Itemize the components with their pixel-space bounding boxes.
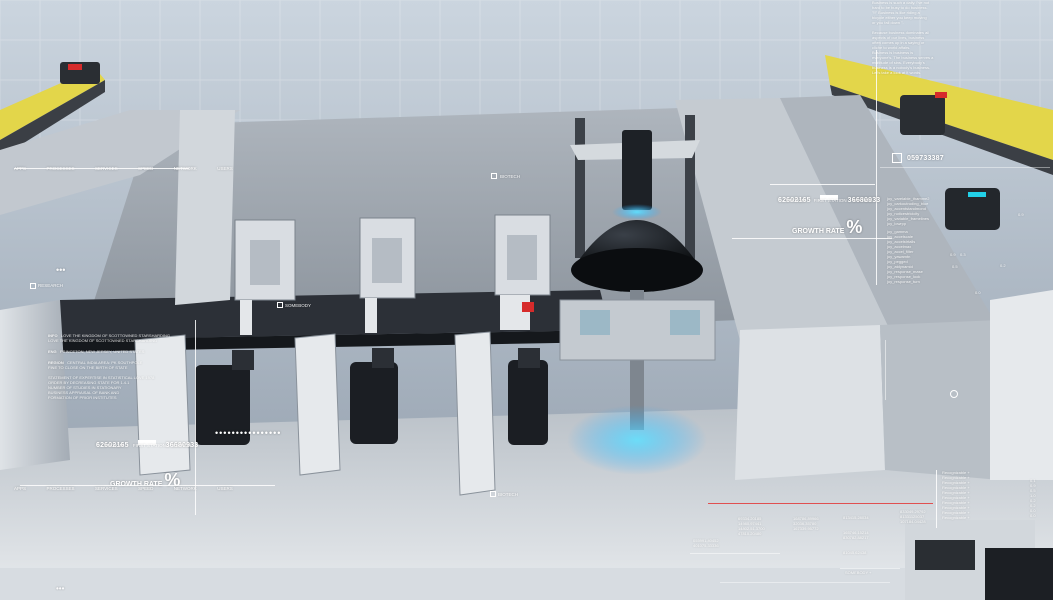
edge-values: 0.1 0.9 0.5 1.0 0.2 0.2 0.0 0.0 <box>1030 478 1036 518</box>
right-station-labels: STATION FIRST STATION STATION <box>786 198 872 203</box>
bottom-right-bracket <box>905 520 1053 600</box>
right-frame-line <box>885 340 886 400</box>
small-values-2: 0.5 <box>952 264 958 269</box>
bottom-tag: SOMEBODY + <box>845 570 872 575</box>
data-col-5: 055991.40452 401075.33336 <box>693 538 719 548</box>
code-underline <box>880 167 1050 168</box>
research-label: RESEARCH <box>38 283 64 288</box>
mid-tag-left: SOMEBODY <box>285 303 312 308</box>
top-right-vertical-line <box>876 50 877 285</box>
mid-square-marker <box>491 173 497 179</box>
bottom-left-dots: ••• <box>56 584 65 593</box>
bottom-right-red-line <box>708 503 933 504</box>
mid-tag-bottom: BIOTECH <box>498 492 519 497</box>
nav-processes-2[interactable]: PROCESSES <box>46 486 74 491</box>
data-col-2: 168786.89966 32036.35780 167339.95772 <box>793 516 819 531</box>
nav-network-2[interactable]: NETWORK <box>174 486 197 491</box>
right-growth-line <box>732 238 892 239</box>
right-recognizable-list: Recognizable + Recognizable + Recognizab… <box>942 470 970 520</box>
data-underline-3 <box>720 582 890 583</box>
code-square-marker <box>892 153 902 163</box>
top-left-nav-underline <box>14 168 189 169</box>
right-station-line-top <box>770 184 875 185</box>
info-row: FINE TO CLOSE ON THE BIRTH OF STATE <box>48 365 128 370</box>
data-col-4: 833049.29792 81331125037 107184.04428 <box>900 509 926 524</box>
dots-indicator: ••• <box>56 265 66 275</box>
nav-services-2[interactable]: SERVICES <box>95 486 118 491</box>
left-bottom-nav: APPS PROCESSES SERVICES SPEED NETWORK US… <box>14 477 249 495</box>
right-growth-rate: GROWTH RATE % <box>792 217 863 237</box>
data-col-3: 813415.28034 165746.15214 830782.88217 8… <box>843 515 869 555</box>
factory-scene <box>0 0 1053 600</box>
code-number: 059733387 <box>907 155 944 162</box>
left-text-block: STATEMENT OF EXPERTISE IN STATISTICAL LO… <box>48 375 155 400</box>
right-list-bar <box>936 470 937 528</box>
left-station-labels: STATION FIRST STATION STATION <box>104 443 191 448</box>
small-values-4: 0.9 <box>1018 212 1024 217</box>
info-row: ENG PRINCETON, NEW JERSEY, UNITED STATES <box>48 349 145 354</box>
left-dotted-line: •••••••••••••••• <box>215 428 282 438</box>
top-left-nav: APPS PROCESSES SERVICES SPEED NETWORK US… <box>14 157 249 175</box>
data-underline-2 <box>840 568 900 569</box>
small-values: 0.9 0.3 <box>950 252 966 257</box>
data-col-1: 69334.20185 14980.97441 14802.51.3700 47… <box>738 516 765 536</box>
nav-users[interactable]: USERS <box>217 166 233 171</box>
data-underline-1 <box>690 553 780 554</box>
info-row: LOVE THE KINGDOM OF SCOTTOWNED STARSHARD… <box>48 338 158 343</box>
var-list: joy_vareiable_thamme2 joy_carkoutruding_… <box>887 196 930 284</box>
mid-square-marker-3 <box>490 491 496 497</box>
left-info-panel: INFO LOVE THE KINGDOM OF SCOTTOWNED STAR… <box>48 333 170 370</box>
nav-speed-2[interactable]: SPEED <box>138 486 153 491</box>
circle-marker <box>950 390 958 398</box>
nav-apps-2[interactable]: APPS <box>14 486 26 491</box>
small-values-3: 0.0 <box>975 290 981 295</box>
small-values-5: 0.2 <box>1000 263 1006 268</box>
top-right-text-block: Business is such a daily. I've not hard … <box>872 0 934 75</box>
nav-users-2[interactable]: USERS <box>217 486 233 491</box>
small-square-marker <box>30 283 36 289</box>
mid-tag-top: BIOTECH <box>500 174 521 179</box>
mid-square-marker-2 <box>277 302 283 308</box>
